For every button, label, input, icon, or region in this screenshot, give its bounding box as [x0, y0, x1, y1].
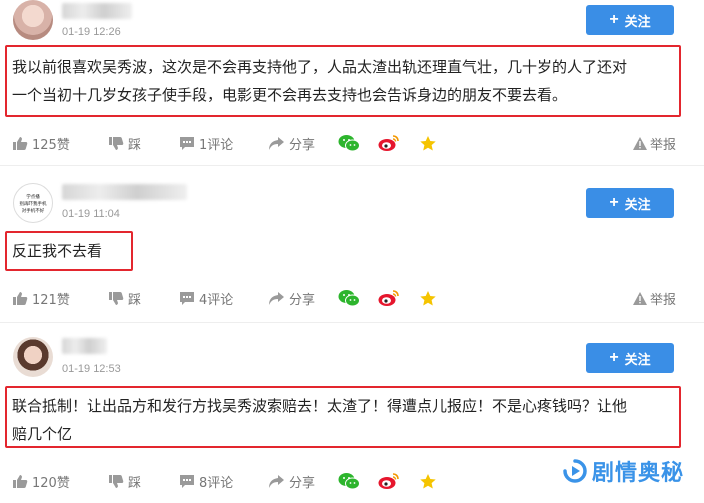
timestamp: 01-19 12:26	[62, 26, 121, 38]
wechat-share-button[interactable]	[338, 471, 364, 491]
share-label: 分享	[289, 137, 316, 153]
thumbs-up-icon	[13, 136, 28, 150]
comment-count: 1评论	[199, 137, 234, 153]
comment-item: 学点播 别再吓我手机 对手机不好 01-19 11:04 + 关注 反正我不去看 …	[0, 183, 704, 313]
weibo-icon	[378, 290, 399, 306]
favorite-button[interactable]	[419, 133, 441, 153]
wechat-share-button[interactable]	[338, 288, 364, 308]
comment-item: 01-19 12:26 + 关注 我以前很喜欢吴秀波，这次是不会再支持他了，人品太…	[0, 0, 704, 160]
avatar[interactable]: 学点播 别再吓我手机 对手机不好	[13, 183, 53, 223]
username-blurred[interactable]	[62, 338, 107, 354]
avatar-caption: 对手机不好	[21, 208, 45, 214]
star-icon	[420, 135, 436, 150]
timestamp: 01-19 12:53	[62, 363, 121, 375]
report-button[interactable]: 举报	[632, 133, 676, 153]
follow-button[interactable]: + 关注	[586, 5, 674, 35]
comment-text: 反正我不去看	[12, 237, 102, 265]
weibo-icon	[378, 135, 399, 151]
avatar[interactable]	[13, 337, 53, 377]
plus-icon: +	[609, 11, 619, 28]
like-button[interactable]: 120赞	[12, 471, 70, 491]
report-label: 举报	[649, 137, 676, 153]
action-bar: 121赞 踩 4评论 分享 举报	[12, 288, 692, 308]
comment-text-line: 一个当初十几岁女孩子使手段，电影更不会再去支持也会告诉身边的朋友不要去看。	[12, 86, 568, 104]
follow-label: 关注	[624, 196, 651, 212]
wechat-share-button[interactable]	[338, 133, 364, 153]
avatar-caption: 学点播	[26, 194, 40, 200]
dislike-label: 踩	[128, 475, 142, 491]
follow-label: 关注	[624, 351, 651, 367]
follow-label: 关注	[624, 13, 651, 29]
warning-icon	[632, 136, 647, 150]
comment-icon	[180, 291, 194, 305]
comment-count: 4评论	[199, 292, 234, 308]
comment-icon	[180, 474, 194, 488]
weibo-share-button[interactable]	[378, 133, 404, 153]
comment-text-line: 联合抵制！让出品方和发行方找吴秀波索赔去！太渣了！得遭点儿报应！不是心疼钱吗？让…	[12, 397, 628, 415]
star-icon	[420, 290, 436, 305]
share-icon	[269, 291, 284, 305]
username-blurred[interactable]	[62, 3, 132, 19]
favorite-button[interactable]	[419, 471, 441, 491]
comment-text: 我以前很喜欢吴秀波，这次是不会再支持他了，人品太渣出轨还理直气壮，几十岁的人了还…	[12, 53, 627, 109]
thumbs-up-icon	[13, 291, 28, 305]
share-button[interactable]: 分享	[268, 288, 315, 308]
wechat-icon	[338, 135, 360, 152]
thumbs-down-icon	[109, 136, 124, 150]
comment-button[interactable]: 1评论	[179, 133, 233, 153]
timestamp: 01-19 11:04	[62, 208, 120, 220]
play-logo-icon	[563, 459, 587, 483]
divider	[0, 165, 704, 166]
thumbs-up-icon	[13, 474, 28, 488]
report-label: 举报	[649, 292, 676, 308]
thumbs-down-icon	[109, 474, 124, 488]
follow-button[interactable]: + 关注	[586, 188, 674, 218]
like-button[interactable]: 121赞	[12, 288, 70, 308]
dislike-label: 踩	[128, 137, 142, 153]
weibo-icon	[378, 473, 399, 489]
comment-button[interactable]: 4评论	[179, 288, 233, 308]
dislike-button[interactable]: 踩	[108, 288, 141, 308]
dislike-button[interactable]: 踩	[108, 471, 141, 491]
like-button[interactable]: 125赞	[12, 133, 70, 153]
like-count: 125赞	[32, 137, 70, 153]
share-icon	[269, 474, 284, 488]
share-button[interactable]: 分享	[268, 471, 315, 491]
thumbs-down-icon	[109, 291, 124, 305]
watermark: 剧情奥秘	[562, 455, 684, 487]
weibo-share-button[interactable]	[378, 288, 404, 308]
comment-count: 8评论	[199, 475, 234, 491]
share-icon	[269, 136, 284, 150]
dislike-label: 踩	[128, 292, 142, 308]
like-count: 121赞	[32, 292, 70, 308]
wechat-icon	[338, 290, 360, 307]
divider	[0, 322, 704, 323]
avatar-caption: 别再吓我手机	[19, 201, 47, 207]
follow-button[interactable]: + 关注	[586, 343, 674, 373]
star-icon	[420, 473, 436, 488]
avatar[interactable]	[13, 0, 53, 40]
plus-icon: +	[609, 194, 619, 211]
comment-text-line: 我以前很喜欢吴秀波，这次是不会再支持他了，人品太渣出轨还理直气壮，几十岁的人了还…	[12, 58, 628, 76]
plus-icon: +	[609, 349, 619, 366]
comment-button[interactable]: 8评论	[179, 471, 233, 491]
username-blurred[interactable]	[62, 184, 187, 200]
warning-icon	[632, 291, 647, 305]
comment-text-line: 反正我不去看	[12, 242, 103, 260]
action-bar: 125赞 踩 1评论 分享 举报	[12, 133, 692, 153]
comment-text-line: 赔几个亿	[12, 425, 73, 443]
dislike-button[interactable]: 踩	[108, 133, 141, 153]
weibo-share-button[interactable]	[378, 471, 404, 491]
watermark-text: 剧情奥秘	[592, 461, 685, 486]
share-label: 分享	[289, 475, 316, 491]
report-button[interactable]: 举报	[632, 288, 676, 308]
share-button[interactable]: 分享	[268, 133, 315, 153]
share-label: 分享	[289, 292, 316, 308]
comment-text: 联合抵制！让出品方和发行方找吴秀波索赔去！太渣了！得遭点儿报应！不是心疼钱吗？让…	[12, 392, 627, 448]
wechat-icon	[338, 473, 360, 490]
favorite-button[interactable]	[419, 288, 441, 308]
comment-icon	[180, 136, 194, 150]
like-count: 120赞	[32, 475, 70, 491]
